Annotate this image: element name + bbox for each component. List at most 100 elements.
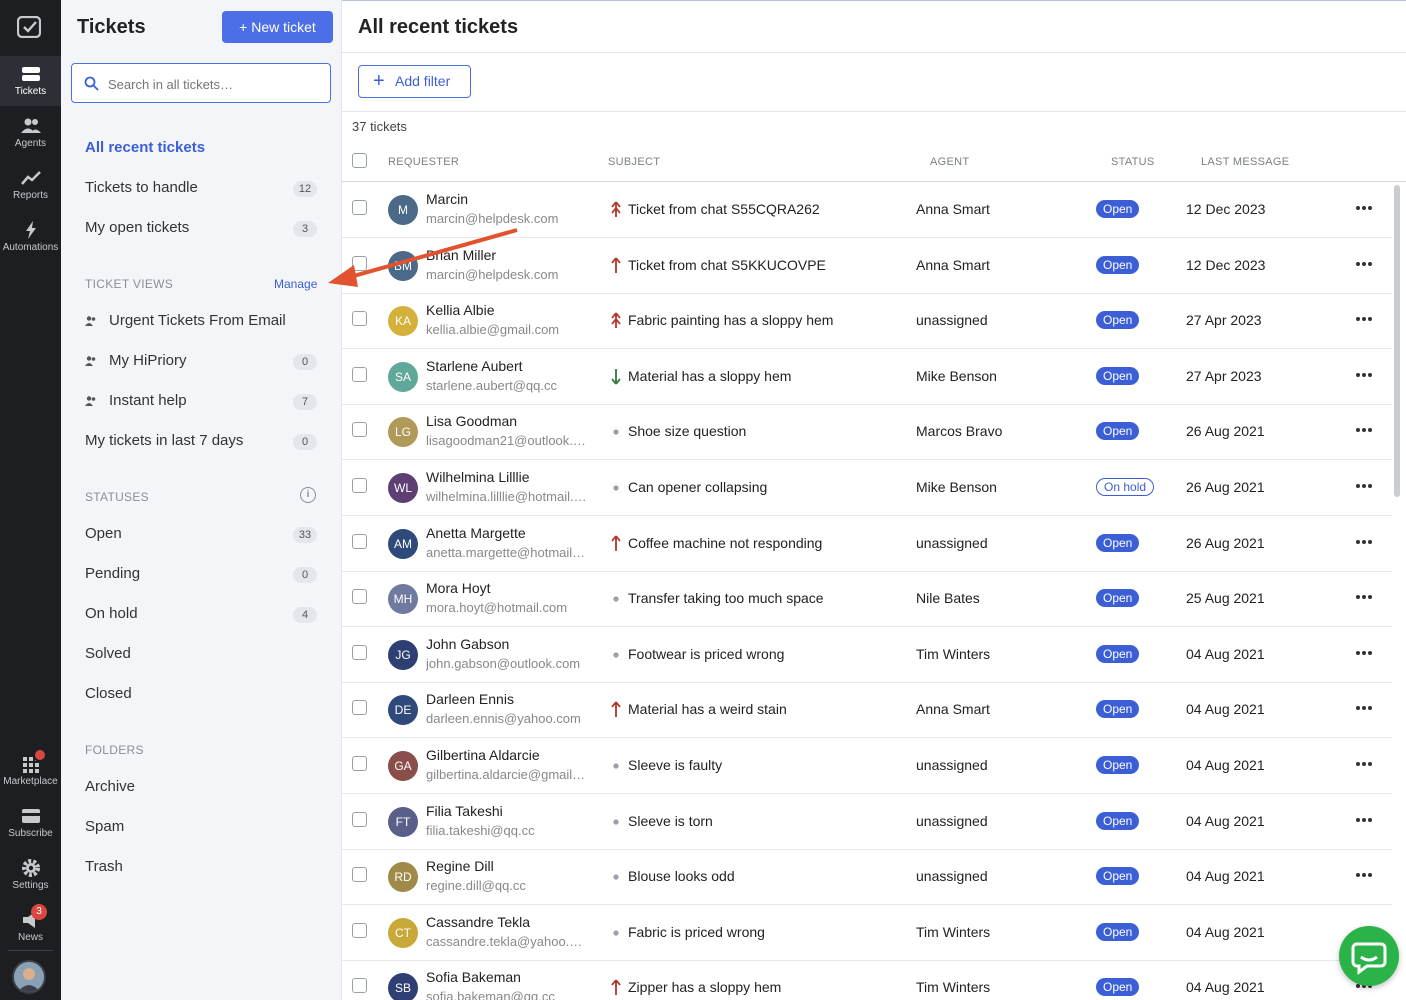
ticket-subject[interactable]: Blouse looks odd [628,868,735,884]
table-row[interactable]: WL Wilhelmina Lilllie wilhelmina.lilllie@h… [342,460,1392,516]
column-header-requester[interactable]: REQUESTER [388,156,459,168]
row-checkbox[interactable] [352,644,367,660]
rail-marketplace[interactable]: Marketplace [0,746,61,796]
table-row[interactable]: RD Regine Dill regine.dill@qq.cc Blouse loo… [342,849,1392,906]
sidebar-status-open[interactable]: Open [85,525,122,542]
sidebar-status-on-hold[interactable]: On hold [85,605,138,622]
column-header-status[interactable]: STATUS [1111,156,1155,168]
sidebar-status-solved[interactable]: Solved [85,645,131,662]
row-checkbox[interactable] [352,311,367,327]
rail-settings[interactable]: Settings [0,850,61,900]
table-row[interactable]: M Marcin marcin@helpdesk.com Ticket from ch… [342,182,1392,238]
ticket-subject[interactable]: Fabric painting has a sloppy hem [628,312,833,328]
ticket-subject[interactable]: Material has a weird stain [628,701,787,717]
more-options-icon[interactable] [1354,198,1374,218]
rail-news[interactable]: News 3 [0,902,61,952]
row-checkbox[interactable] [352,200,367,215]
sidebar-view-instant-help[interactable]: Instant help [109,392,187,409]
more-options-icon[interactable] [1354,254,1374,274]
info-icon[interactable]: i [300,487,316,503]
more-options-icon[interactable] [1354,309,1374,329]
user-avatar[interactable] [12,960,46,994]
more-options-icon[interactable] [1354,365,1374,385]
row-checkbox[interactable] [352,700,367,716]
rail-reports[interactable]: Reports [0,160,61,210]
ticket-subject[interactable]: Sleeve is faulty [628,757,722,773]
table-row[interactable]: CT Cassandre Tekla cassandre.tekla@yahoo.c… [342,905,1392,961]
add-filter-button[interactable]: + Add filter [358,65,471,98]
row-checkbox[interactable] [352,533,367,549]
chat-widget-button[interactable] [1339,926,1399,986]
table-row[interactable]: SA Starlene Aubert starlene.aubert@qq.cc Ma… [342,349,1392,405]
manage-views-link[interactable]: Manage [274,277,317,291]
row-checkbox[interactable] [352,366,367,382]
more-options-icon[interactable] [1354,587,1374,607]
row-checkbox[interactable] [352,922,367,938]
more-options-icon[interactable] [1354,810,1374,830]
new-ticket-button[interactable]: + New ticket [222,11,333,43]
sidebar-status-pending[interactable]: Pending [85,565,140,582]
more-options-icon[interactable] [1354,754,1374,774]
row-checkbox[interactable] [352,867,367,883]
ticket-subject[interactable]: Transfer taking too much space [628,590,824,606]
ticket-subject[interactable]: Can opener collapsing [628,479,767,495]
table-row[interactable]: AM Anetta Margette anetta.margette@hotmail… [342,516,1392,572]
rail-agents[interactable]: Agents [0,108,61,158]
ticket-subject[interactable]: Zipper has a sloppy hem [628,979,781,995]
requester-avatar: BM [388,250,418,281]
row-checkbox[interactable] [352,811,367,827]
more-options-icon[interactable] [1354,532,1374,552]
sidebar-view-last-7-days[interactable]: My tickets in last 7 days [85,432,243,449]
sidebar-view-my-hipriory[interactable]: My HiPriory [109,352,187,369]
ticket-subject[interactable]: Fabric is priced wrong [628,924,765,940]
ticket-subject[interactable]: Ticket from chat S5KKUCOVPE [628,257,826,273]
sidebar-item-all-recent-tickets[interactable]: All recent tickets [85,139,205,156]
rail-automations[interactable]: Automations [0,212,61,262]
scrollbar[interactable] [1394,185,1400,497]
sidebar-item-tickets-to-handle[interactable]: Tickets to handle [85,179,198,196]
column-header-agent[interactable]: AGENT [930,156,969,168]
sidebar-status-closed[interactable]: Closed [85,685,132,702]
plus-icon: + [373,70,385,92]
row-checkbox[interactable] [352,422,367,438]
more-options-icon[interactable] [1354,865,1374,885]
row-checkbox[interactable] [352,478,367,493]
sidebar-view-urgent-email[interactable]: Urgent Tickets From Email [109,312,286,329]
table-row[interactable]: MH Mora Hoyt mora.hoyt@hotmail.com Transfer… [342,571,1392,628]
ticket-subject[interactable]: Footwear is priced wrong [628,646,784,662]
table-row[interactable]: GA Gilbertina Aldarcie gilbertina.aldarcie… [342,738,1392,794]
column-header-subject[interactable]: SUBJECT [608,156,660,168]
search-input[interactable] [108,73,318,95]
more-options-icon[interactable] [1354,698,1374,718]
sidebar-folder-trash[interactable]: Trash [85,858,123,875]
rail-tickets[interactable]: Tickets [0,56,61,106]
row-checkbox[interactable] [352,756,367,771]
column-header-last-message[interactable]: LAST MESSAGE [1201,156,1289,168]
table-row[interactable]: FT Filia Takeshi filia.takeshi@qq.cc Sleeve… [342,794,1392,850]
table-row[interactable]: LG Lisa Goodman lisagoodman21@outlook.com S… [342,404,1392,461]
row-checkbox[interactable] [352,978,367,994]
ticket-subject[interactable]: Coffee machine not responding [628,535,822,551]
table-row[interactable]: BM Brian Miller marcin@helpdesk.com Ticket … [342,238,1392,294]
table-row[interactable]: JG John Gabson john.gabson@outlook.com Foot… [342,627,1392,683]
ticket-subject[interactable]: Ticket from chat S55CQRA262 [628,201,820,217]
table-row[interactable]: KA Kellia Albie kellia.albie@gmail.com Fabr… [342,293,1392,350]
ticket-subject[interactable]: Material has a sloppy hem [628,368,791,384]
ticket-agent: unassigned [916,868,988,885]
table-row[interactable]: SB Sofia Bakeman sofia.bakeman@qq.cc Zipper… [342,960,1392,1000]
select-all-checkbox[interactable] [352,153,367,168]
requester-name: Brian Miller [426,246,497,263]
table-row[interactable]: DE Darleen Ennis darleen.ennis@yahoo.com Ma… [342,682,1392,739]
sidebar-folder-archive[interactable]: Archive [85,778,135,795]
rail-subscribe[interactable]: Subscribe [0,798,61,848]
ticket-subject[interactable]: Shoe size question [628,423,746,439]
sidebar-folder-spam[interactable]: Spam [85,818,124,835]
ticket-subject[interactable]: Sleeve is torn [628,813,713,829]
row-checkbox[interactable] [352,255,367,271]
row-checkbox[interactable] [352,589,367,605]
more-options-icon[interactable] [1354,420,1374,440]
sidebar-item-my-open-tickets[interactable]: My open tickets [85,219,189,236]
app-logo-icon[interactable] [17,16,41,38]
more-options-icon[interactable] [1354,643,1374,663]
more-options-icon[interactable] [1354,476,1374,496]
